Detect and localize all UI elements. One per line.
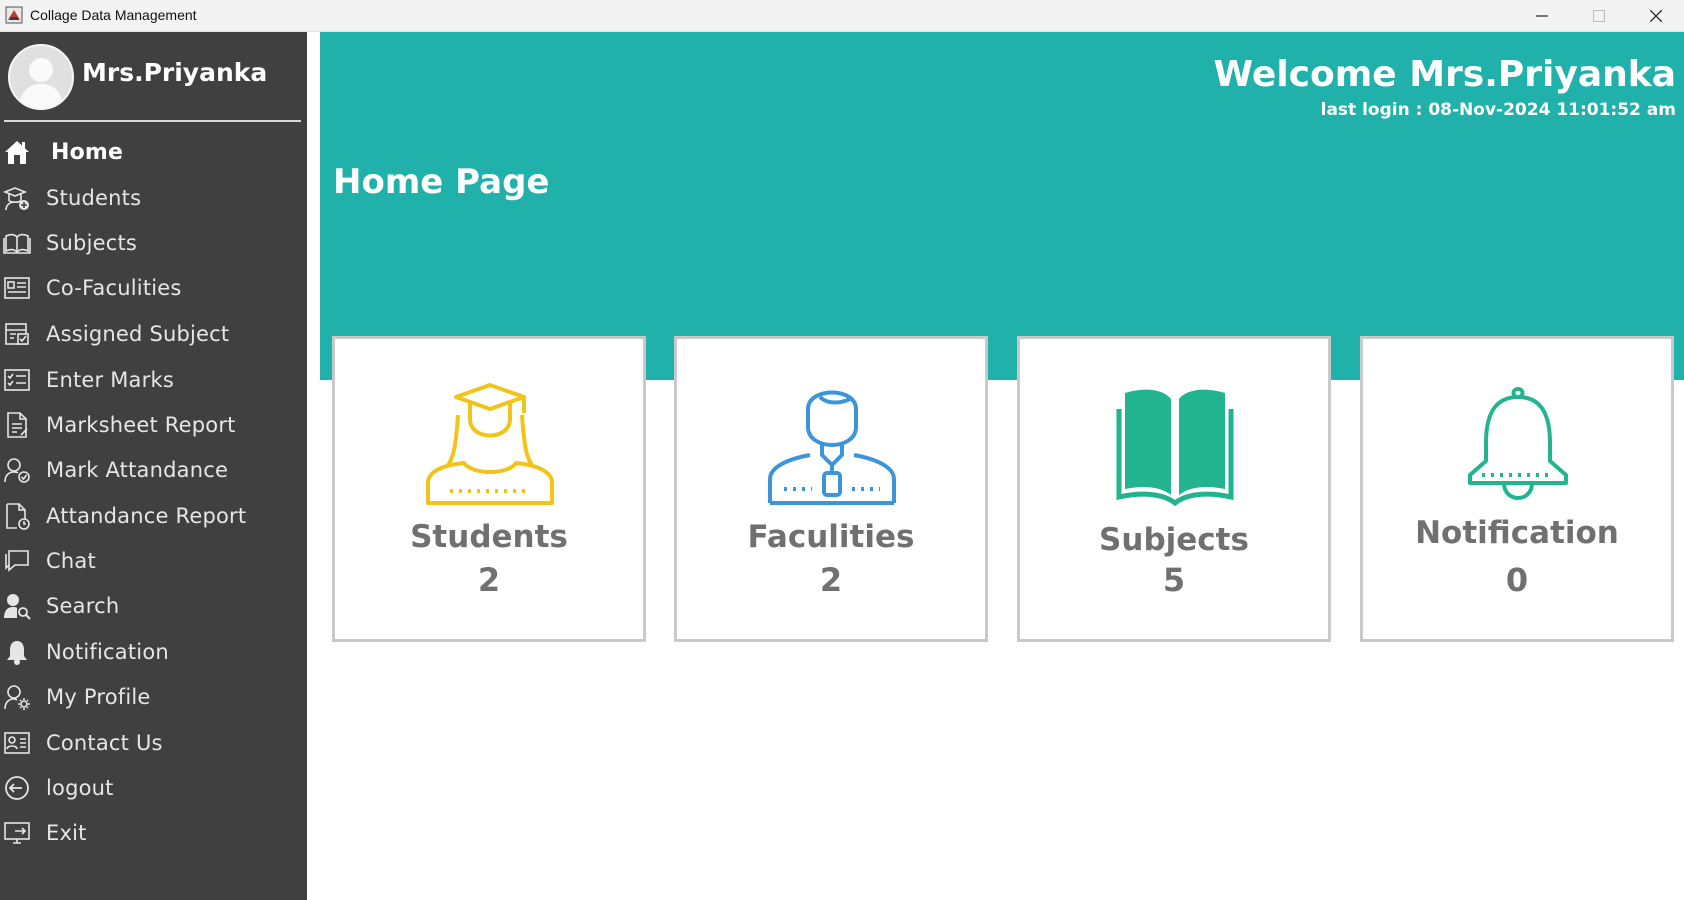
- graduate-icon: [426, 383, 554, 505]
- last-login-text: last login : 08-Nov-2024 11:01:52 am: [1320, 100, 1676, 120]
- sidebar-item-attandance-report[interactable]: Attandance Report: [0, 492, 307, 536]
- user-check-icon: [4, 458, 30, 483]
- students-icon: [3, 187, 29, 211]
- welcome-text: Welcome Mrs.Priyanka: [1213, 54, 1677, 95]
- faculities-card-count: 2: [819, 561, 843, 599]
- minimize-button[interactable]: [1514, 0, 1570, 31]
- sidebar-item-label: Subjects: [46, 231, 138, 255]
- sidebar-item-label: Assigned Subject: [46, 322, 230, 346]
- sidebar-item-mark-attandance[interactable]: Mark Attandance: [0, 446, 307, 490]
- sidebar: Mrs.Priyanka Home Students Subjects Co-F…: [0, 32, 307, 900]
- home-icon: [5, 141, 29, 164]
- assign-icon: [5, 323, 29, 345]
- sidebar-item-co-faculities[interactable]: Co-Faculities: [0, 264, 307, 308]
- sidebar-item-label: Students: [46, 186, 142, 210]
- sidebar-item-label: Contact Us: [46, 731, 163, 755]
- close-icon: [1650, 10, 1662, 22]
- sidebar-item-label: Home: [51, 140, 124, 165]
- sidebar-item-enter-marks[interactable]: Enter Marks: [0, 356, 307, 400]
- book-icon: [3, 233, 31, 254]
- sidebar-item-students[interactable]: Students: [0, 174, 307, 218]
- chat-icon: [5, 550, 29, 572]
- sidebar-item-label: logout: [46, 776, 114, 800]
- sidebar-item-label: Co-Faculities: [46, 276, 182, 300]
- report-icon: [7, 412, 28, 438]
- profile-section: Mrs.Priyanka: [0, 32, 307, 122]
- students-card-count: 2: [477, 561, 501, 599]
- profile-name: Mrs.Priyanka: [82, 58, 268, 87]
- subjects-card-label: Subjects: [1099, 522, 1249, 558]
- faculities-card[interactable]: Faculities 2: [674, 336, 988, 642]
- sidebar-item-assigned-subject[interactable]: Assigned Subject: [0, 310, 307, 354]
- sidebar-item-label: Mark Attandance: [46, 458, 229, 482]
- sidebar-item-chat[interactable]: Chat: [0, 537, 307, 581]
- header-banner: Welcome Mrs.Priyanka last login : 08-Nov…: [320, 32, 1684, 380]
- subjects-card-count: 5: [1162, 561, 1186, 599]
- window-title: Collage Data Management: [30, 7, 197, 23]
- maximize-button[interactable]: [1571, 0, 1627, 31]
- marks-icon: [4, 369, 30, 391]
- notification-card-count: 0: [1505, 561, 1529, 599]
- bell-icon: [7, 641, 27, 665]
- minimize-icon: [1536, 15, 1548, 17]
- sidebar-item-label: Attandance Report: [46, 504, 247, 528]
- sidebar-item-notification[interactable]: Notification: [0, 628, 307, 672]
- sidebar-item-label: Exit: [46, 821, 87, 845]
- sidebar-item-home[interactable]: Home: [0, 128, 307, 172]
- sidebar-item-logout[interactable]: logout: [0, 764, 307, 808]
- document-clock-icon: [6, 503, 30, 530]
- profile-divider: [4, 120, 301, 122]
- close-button[interactable]: [1628, 0, 1684, 31]
- notification-card[interactable]: Notification 0: [1360, 336, 1674, 642]
- sidebar-item-label: Notification: [46, 640, 169, 664]
- faculty-icon: [768, 390, 896, 505]
- maximize-icon: [1593, 10, 1605, 22]
- sidebar-item-label: Search: [46, 594, 120, 618]
- students-card-label: Students: [410, 519, 568, 555]
- students-card[interactable]: Students 2: [332, 336, 646, 642]
- user-search-icon: [4, 594, 31, 620]
- sidebar-item-contact-us[interactable]: Contact Us: [0, 719, 307, 763]
- sidebar-item-exit[interactable]: Exit: [0, 809, 307, 853]
- faculities-card-label: Faculities: [747, 519, 915, 555]
- subjects-card[interactable]: Subjects 5: [1017, 336, 1331, 642]
- sidebar-item-label: Marksheet Report: [46, 413, 236, 437]
- user-gear-icon: [4, 685, 30, 710]
- id-list-icon: [4, 277, 30, 299]
- exit-icon: [4, 822, 30, 844]
- contact-card-icon: [4, 732, 30, 754]
- window-titlebar: Collage Data Management: [0, 0, 1684, 32]
- bell-icon: [1468, 387, 1568, 500]
- sidebar-item-label: Chat: [46, 549, 96, 573]
- page-title: Home Page: [333, 162, 550, 202]
- open-book-icon: [1116, 389, 1234, 507]
- user-silhouette-icon: [19, 58, 63, 108]
- notification-card-label: Notification: [1415, 515, 1619, 551]
- avatar: [8, 44, 74, 110]
- logout-icon: [5, 776, 29, 800]
- sidebar-item-label: Enter Marks: [46, 368, 174, 392]
- sidebar-item-marksheet-report[interactable]: Marksheet Report: [0, 401, 307, 445]
- app-icon: [5, 6, 23, 24]
- sidebar-item-search[interactable]: Search: [0, 582, 307, 626]
- sidebar-item-subjects[interactable]: Subjects: [0, 219, 307, 263]
- sidebar-item-label: My Profile: [46, 685, 151, 709]
- sidebar-item-my-profile[interactable]: My Profile: [0, 673, 307, 717]
